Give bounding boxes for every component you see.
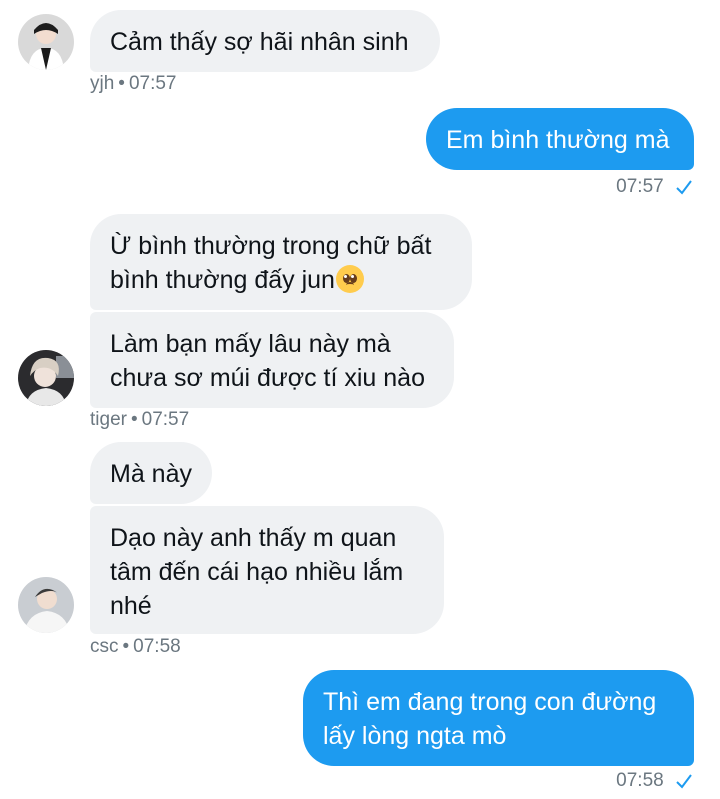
avatar-tiger[interactable] xyxy=(18,350,74,406)
message-bubble[interactable]: Cảm thấy sợ hãi nhân sinh xyxy=(90,10,440,72)
message-meta: tiger • 07:57 xyxy=(90,409,189,431)
message-line: lấy lòng ngta mò xyxy=(323,722,507,750)
check-icon xyxy=(676,774,692,789)
message-line: Ừ bình thường trong chữ bất xyxy=(110,232,432,260)
message-line: Dạo này anh thấy m quan xyxy=(110,524,397,552)
check-icon xyxy=(676,180,692,195)
message-meta: 07:58 xyxy=(616,770,693,792)
message-bubble[interactable]: Mà này xyxy=(90,442,212,504)
message-bubble-outgoing[interactable]: Em bình thường mà xyxy=(426,108,694,170)
message-line: chưa sơ múi được tí xiu nào xyxy=(110,364,425,392)
message-meta: yjh • 07:57 xyxy=(90,73,177,95)
message-line: Thì em đang trong con đường xyxy=(323,688,657,716)
message-line: nhé xyxy=(110,592,152,620)
pleading-face-emoji xyxy=(335,265,364,293)
sender-name[interactable]: yjh xyxy=(90,73,114,94)
message-text: Cảm thấy sợ hãi nhân sinh xyxy=(110,28,409,56)
message-meta: csc • 07:58 xyxy=(90,636,181,658)
message-text: Mà này xyxy=(110,460,192,488)
message-bubble[interactable]: Dạo này anh thấy m quan tâm đến cái hạo … xyxy=(90,506,444,634)
separator: • xyxy=(118,73,125,94)
message-line: Làm bạn mấy lâu này mà xyxy=(110,330,391,358)
message-bubble[interactable]: Ừ bình thường trong chữ bất bình thường … xyxy=(90,214,472,310)
message-line: tâm đến cái hạo nhiều lắm xyxy=(110,558,404,586)
timestamp: 07:58 xyxy=(616,770,664,791)
sender-name[interactable]: tiger xyxy=(90,409,127,430)
message-meta: 07:57 xyxy=(616,176,693,198)
message-bubble[interactable]: Làm bạn mấy lâu này mà chưa sơ múi được … xyxy=(90,312,454,408)
separator: • xyxy=(130,409,138,430)
message-line: bình thường đấy jun xyxy=(110,266,335,294)
sender-name[interactable]: csc xyxy=(90,636,119,657)
separator: • xyxy=(122,636,130,657)
timestamp: 07:57 xyxy=(616,176,664,197)
avatar-yjh[interactable] xyxy=(18,14,74,70)
timestamp: 07:57 xyxy=(128,73,177,94)
message-bubble-outgoing[interactable]: Thì em đang trong con đường lấy lòng ngt… xyxy=(303,670,694,766)
message-text: Em bình thường mà xyxy=(446,126,670,154)
timestamp: 07:57 xyxy=(141,409,190,430)
avatar-csc[interactable] xyxy=(18,577,74,633)
timestamp: 07:58 xyxy=(133,636,181,657)
